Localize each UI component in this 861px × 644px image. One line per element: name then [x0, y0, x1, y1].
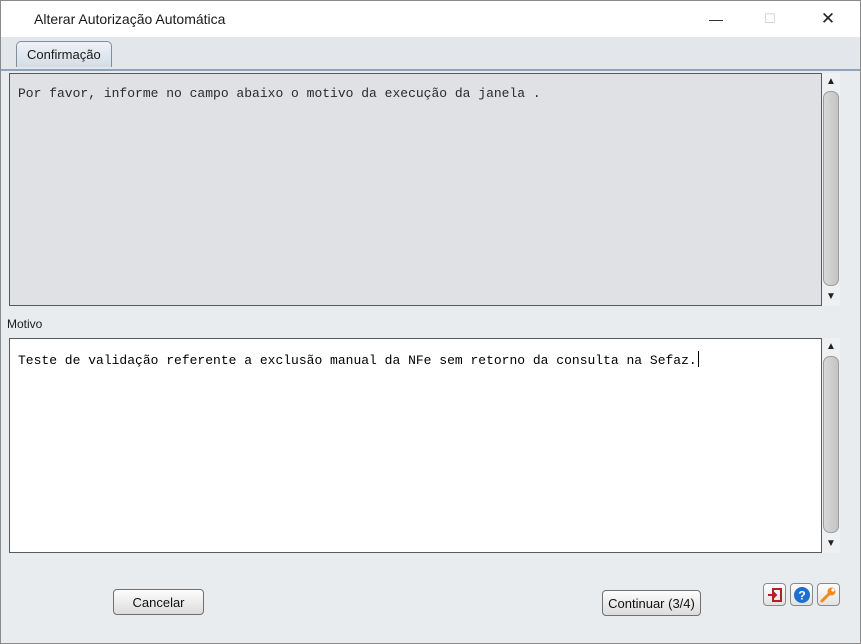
- scroll-down-arrow-icon[interactable]: ▼: [822, 288, 840, 304]
- exit-icon: [767, 587, 782, 602]
- cancel-button[interactable]: Cancelar: [113, 589, 204, 615]
- scroll-up-arrow-icon[interactable]: ▲: [822, 73, 840, 89]
- help-icon: ?: [793, 586, 810, 603]
- tab-strip: Confirmação: [1, 37, 860, 71]
- close-button[interactable]: ✕: [805, 1, 851, 37]
- settings-button[interactable]: [817, 583, 840, 606]
- close-icon: ✕: [820, 9, 836, 28]
- scroll-thumb[interactable]: [823, 356, 839, 533]
- reason-text: Teste de validação referente a exclusão …: [18, 353, 697, 368]
- reason-scrollbar[interactable]: ▲ ▼: [822, 338, 840, 553]
- wrench-icon: [820, 587, 836, 603]
- title-bar: Alterar Autorização Automática — ☐ ✕: [1, 1, 860, 37]
- info-message-panel: Por favor, informe no campo abaixo o mot…: [9, 73, 822, 306]
- reason-textarea[interactable]: Teste de validação referente a exclusão …: [9, 338, 822, 553]
- maximize-icon: ☐: [764, 11, 776, 26]
- dialog-window: Alterar Autorização Automática — ☐ ✕ Con…: [0, 0, 861, 644]
- help-button[interactable]: ?: [790, 583, 813, 606]
- tab-confirmacao[interactable]: Confirmação: [16, 41, 112, 67]
- continue-button[interactable]: Continuar (3/4): [602, 590, 701, 616]
- maximize-button[interactable]: ☐: [747, 1, 793, 37]
- window-title: Alterar Autorização Automática: [34, 11, 226, 27]
- info-scrollbar[interactable]: ▲ ▼: [822, 73, 840, 306]
- reason-label: Motivo: [7, 317, 43, 331]
- exit-button[interactable]: [763, 583, 786, 606]
- scroll-up-arrow-icon[interactable]: ▲: [822, 338, 840, 354]
- svg-text:?: ?: [798, 588, 805, 602]
- text-caret: [697, 351, 699, 367]
- scroll-down-arrow-icon[interactable]: ▼: [822, 535, 840, 551]
- minimize-icon: —: [709, 11, 723, 27]
- minimize-button[interactable]: —: [693, 1, 739, 37]
- info-message-text: Por favor, informe no campo abaixo o mot…: [18, 86, 541, 101]
- scroll-thumb[interactable]: [823, 91, 839, 286]
